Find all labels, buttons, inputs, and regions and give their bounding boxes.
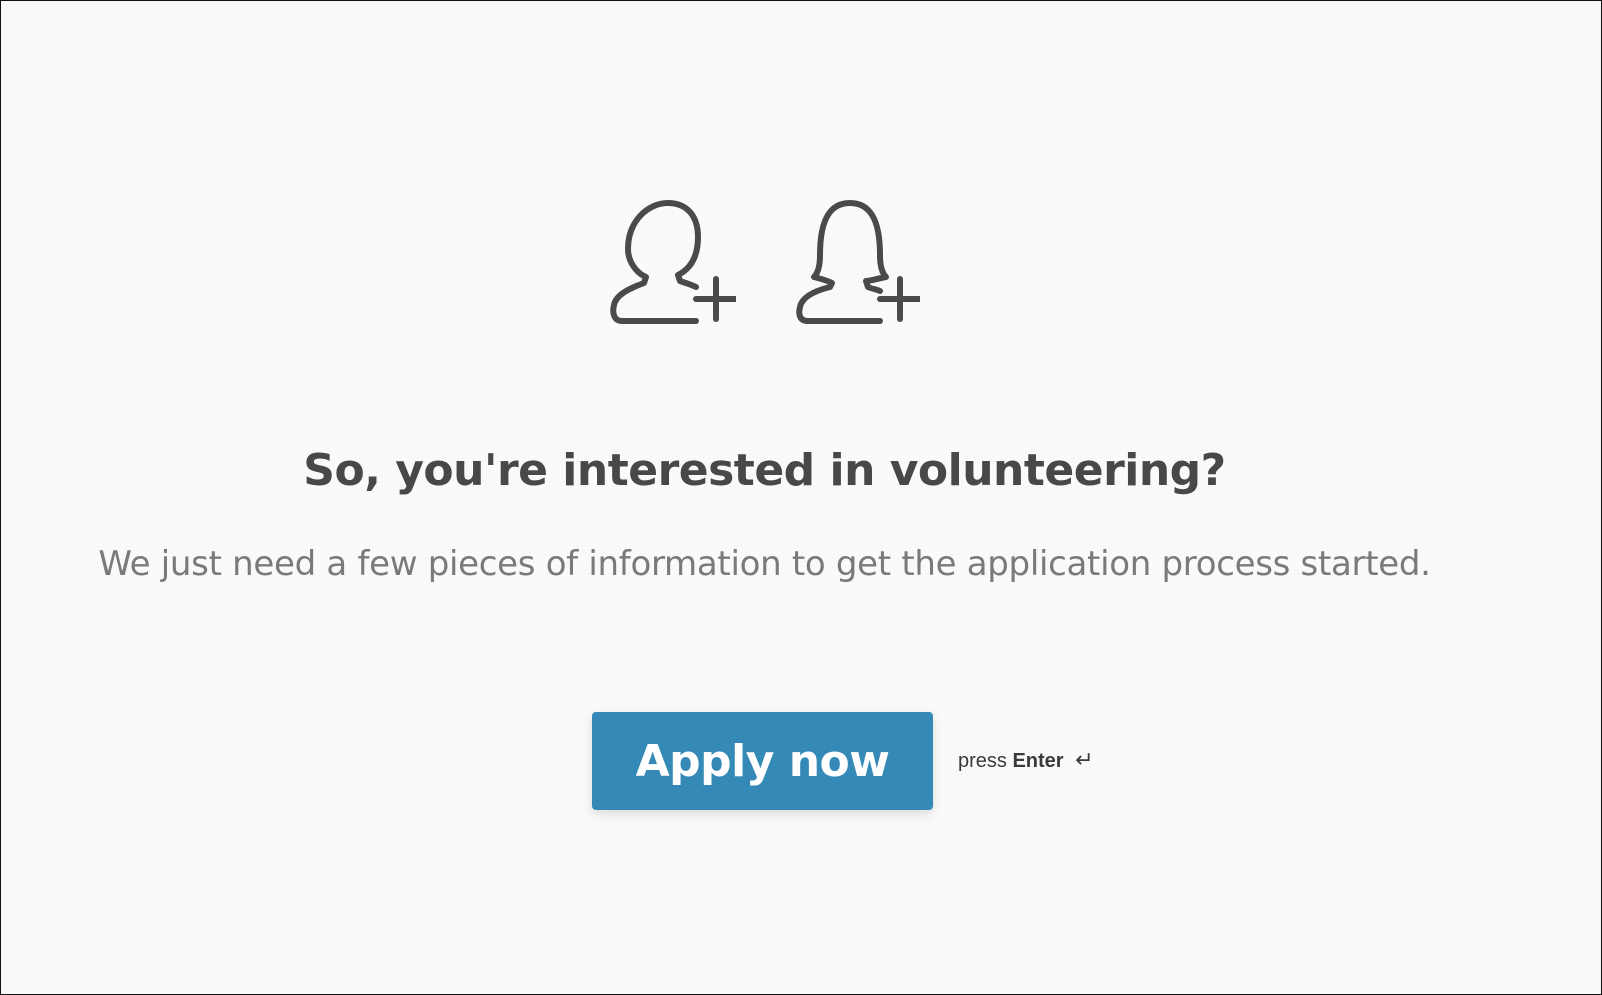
apply-now-button[interactable]: Apply now: [592, 712, 933, 810]
welcome-screen: So, you're interested in volunteering? W…: [1, 1, 1601, 994]
user-female-plus-icon: [796, 200, 920, 324]
icon-group: [606, 197, 926, 337]
hint-key: Enter: [1012, 750, 1064, 772]
keyboard-hint: press Enter ↵: [958, 748, 1094, 773]
page-subtitle: We just need a few pieces of information…: [98, 544, 1431, 584]
page-title: So, you're interested in volunteering?: [303, 445, 1226, 496]
hint-prefix: press: [958, 750, 1007, 772]
return-key-icon: ↵: [1075, 748, 1094, 773]
user-plus-icon: [610, 200, 736, 324]
